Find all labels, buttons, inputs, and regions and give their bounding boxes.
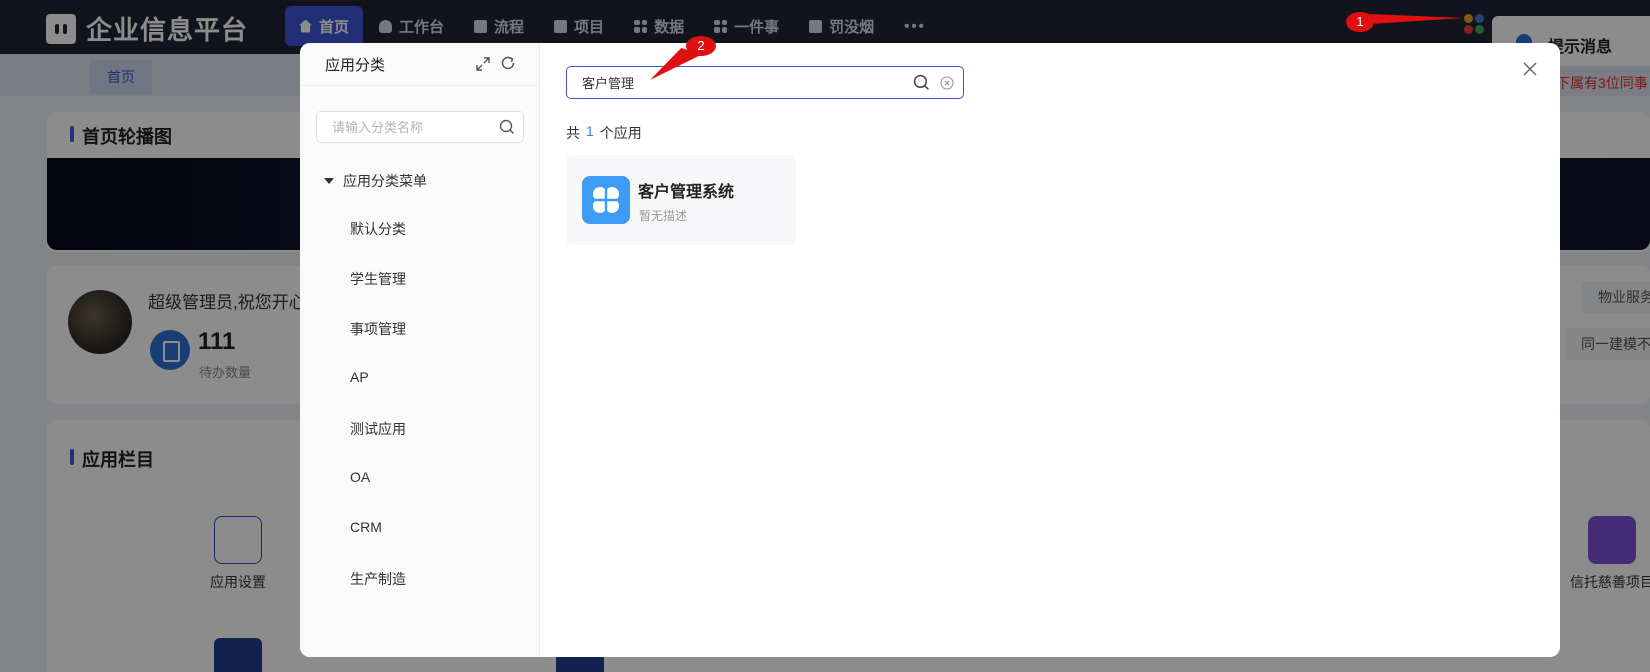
annotation-marker-2: 2 bbox=[686, 36, 716, 56]
category-search-input[interactable] bbox=[317, 112, 497, 142]
close-icon[interactable] bbox=[1522, 61, 1538, 77]
category-sidebar: 应用分类 应用分类菜单 默认分类 学生管理 事项管理 AP 测试应用 OA CR bbox=[300, 43, 540, 657]
app-card-description: 暂无描述 bbox=[639, 209, 688, 223]
result-count-prefix: 共 bbox=[566, 125, 580, 141]
app-card[interactable]: 客户管理系统 暂无描述 bbox=[566, 155, 796, 245]
category-item[interactable]: 事项管理 bbox=[350, 319, 406, 339]
clover-icon bbox=[582, 176, 630, 224]
sidebar-title: 应用分类 bbox=[325, 57, 386, 74]
caret-down-icon[interactable] bbox=[324, 178, 334, 184]
sidebar-header: 应用分类 bbox=[300, 43, 540, 86]
search-icon[interactable] bbox=[913, 74, 930, 91]
category-item[interactable]: 生产制造 bbox=[350, 569, 406, 589]
category-item[interactable]: 学生管理 bbox=[350, 269, 406, 289]
category-item[interactable]: AP bbox=[350, 369, 369, 385]
refresh-icon[interactable] bbox=[500, 55, 516, 71]
category-item[interactable]: OA bbox=[350, 469, 370, 485]
expand-icon[interactable] bbox=[476, 57, 490, 71]
result-count-suffix: 个应用 bbox=[599, 125, 642, 141]
category-tree-root[interactable]: 应用分类菜单 bbox=[324, 171, 427, 191]
tree-root-label: 应用分类菜单 bbox=[343, 173, 427, 189]
search-icon[interactable] bbox=[499, 119, 515, 135]
app-card-name: 客户管理系统 bbox=[638, 184, 735, 201]
result-count-number: 1 bbox=[586, 123, 594, 139]
category-search-field[interactable] bbox=[316, 111, 524, 143]
category-item[interactable]: 测试应用 bbox=[350, 419, 406, 439]
annotation-marker-1: 1 bbox=[1346, 12, 1374, 32]
app-search-input[interactable] bbox=[567, 67, 897, 98]
result-count: 共 1 个应用 bbox=[566, 123, 642, 143]
category-item[interactable]: CRM bbox=[350, 519, 382, 535]
app-search-field[interactable] bbox=[566, 66, 964, 99]
category-item[interactable]: 默认分类 bbox=[350, 219, 406, 239]
clear-icon[interactable] bbox=[940, 76, 954, 90]
app-category-dialog: 应用分类 应用分类菜单 默认分类 学生管理 事项管理 AP 测试应用 OA CR bbox=[300, 43, 1560, 657]
